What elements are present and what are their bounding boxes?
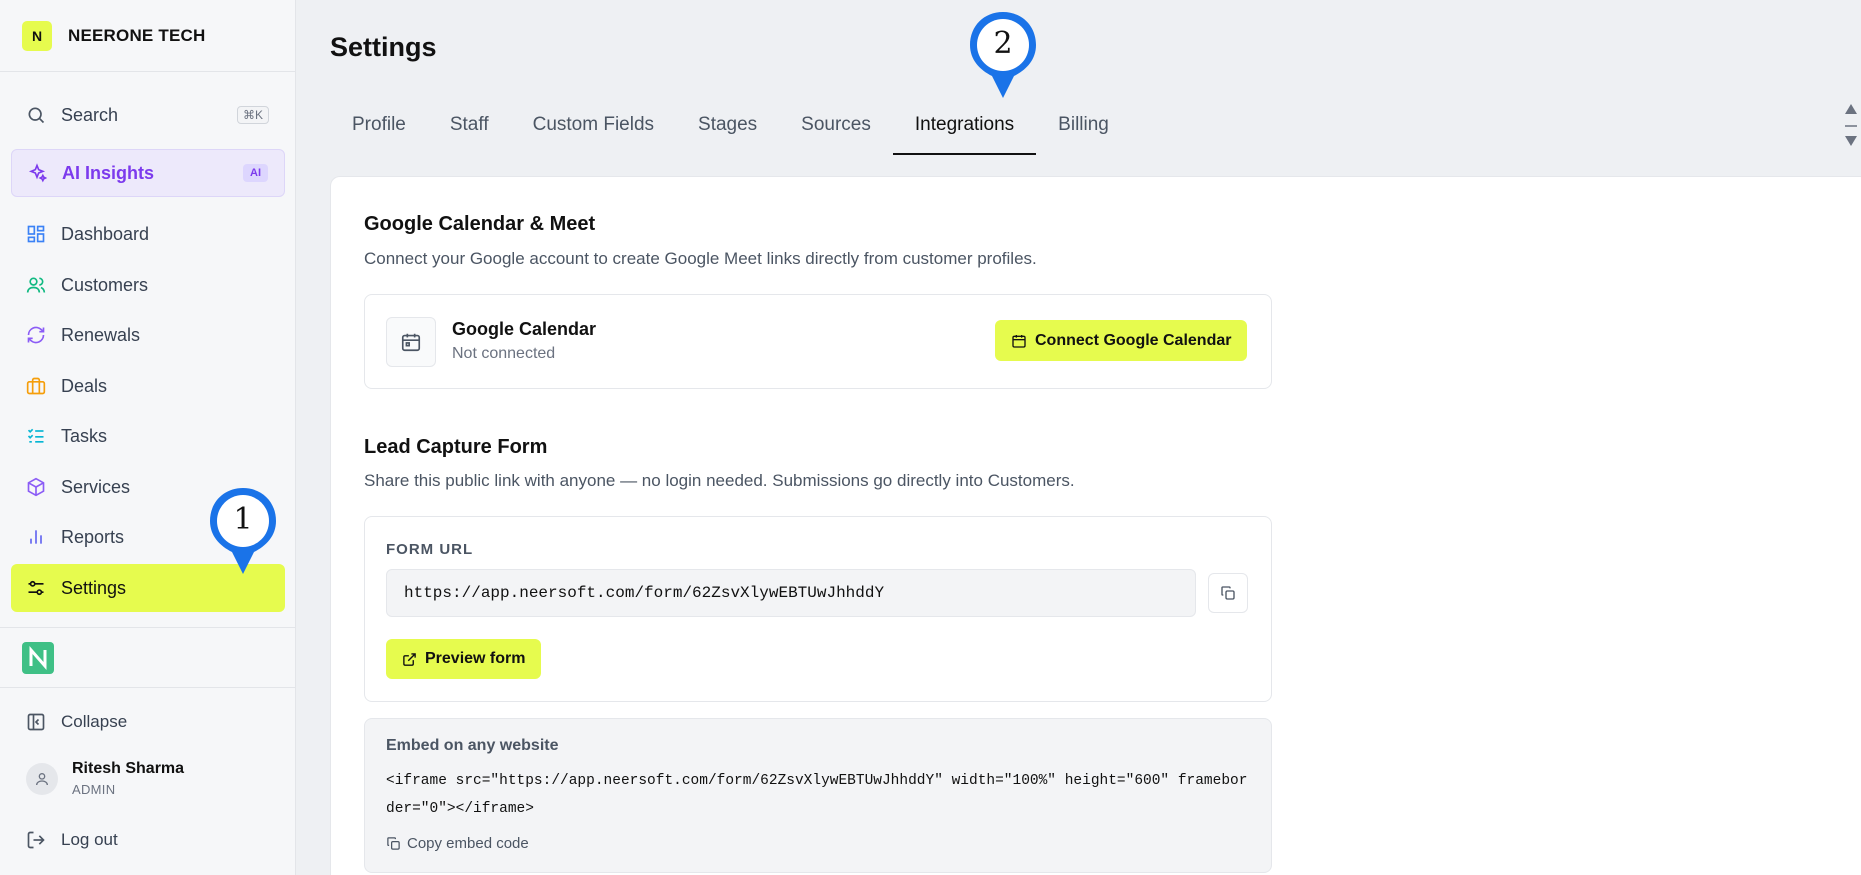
bar-chart-icon xyxy=(26,527,46,547)
tab-profile[interactable]: Profile xyxy=(330,100,428,155)
tab-staff[interactable]: Staff xyxy=(428,100,511,155)
collapse-icon xyxy=(26,712,46,732)
checklist-icon xyxy=(26,426,46,446)
embed-label: Embed on any website xyxy=(386,737,559,754)
users-icon xyxy=(26,275,46,295)
tab-billing[interactable]: Billing xyxy=(1036,100,1131,155)
ai-insights-label: AI Insights xyxy=(62,162,155,183)
brand-name: NEERONE TECH xyxy=(68,25,206,45)
integrations-card: Google Calendar & Meet Connect your Goog… xyxy=(330,176,1861,875)
ai-badge: AI xyxy=(243,164,268,182)
logout-icon xyxy=(26,830,46,850)
brand: N NEERONE TECH xyxy=(0,0,295,72)
tab-custom-fields[interactable]: Custom Fields xyxy=(511,100,676,155)
search-button[interactable]: Search ⌘K xyxy=(11,91,285,139)
brand-logo: N xyxy=(22,20,52,51)
step-marker-number: 2 xyxy=(993,26,1013,61)
form-url-label: FORM URL xyxy=(386,541,474,558)
form-url-box: FORM URL https://app.neersoft.com/form/6… xyxy=(364,516,1272,702)
embed-code[interactable]: <iframe src="https://app.neersoft.com/fo… xyxy=(386,767,1256,823)
preview-form-label: Preview form xyxy=(425,650,526,667)
search-shortcut: ⌘K xyxy=(236,106,269,124)
sidebar-item-label: Reports xyxy=(61,526,125,547)
settings-tabs: Profile Staff Custom Fields Stages Sourc… xyxy=(330,100,1131,155)
sliders-icon xyxy=(26,578,46,598)
tab-integrations[interactable]: Integrations xyxy=(892,100,1037,155)
logout-label: Log out xyxy=(61,830,118,849)
copy-icon xyxy=(1221,586,1235,600)
sidebar-item-label: Tasks xyxy=(61,425,108,446)
form-url-field[interactable]: https://app.neersoft.com/form/62ZsvXlywE… xyxy=(386,569,1196,617)
lead-section-title: Lead Capture Form xyxy=(364,436,548,458)
step-marker-1: 1 xyxy=(206,484,280,578)
user-profile[interactable]: Ritesh Sharma ADMIN xyxy=(26,760,184,797)
sidebar-item-label: Settings xyxy=(61,577,127,598)
connect-google-calendar-label: Connect Google Calendar xyxy=(1035,331,1232,349)
search-icon xyxy=(26,105,46,125)
sparkles-icon xyxy=(27,163,47,183)
sidebar-item-label: Customers xyxy=(61,274,149,295)
sidebar-item-label: Services xyxy=(61,476,131,497)
google-calendar-status: Not connected xyxy=(452,345,556,362)
collapse-label: Collapse xyxy=(61,712,128,731)
sidebar-item-dashboard[interactable]: Dashboard xyxy=(11,210,285,258)
preview-form-button[interactable]: Preview form xyxy=(386,639,542,679)
step-marker-number: 1 xyxy=(233,502,253,537)
app-logo xyxy=(22,642,54,674)
box-icon xyxy=(26,477,46,497)
main-content: Settings Profile Staff Custom Fields Sta… xyxy=(297,0,1861,875)
sidebar-item-label: Renewals xyxy=(61,324,141,345)
tab-sources[interactable]: Sources xyxy=(779,100,893,155)
google-section-title: Google Calendar & Meet xyxy=(364,213,596,235)
logout-button[interactable]: Log out xyxy=(11,816,285,864)
external-link-icon xyxy=(403,652,416,666)
sidebar-item-tasks[interactable]: Tasks xyxy=(11,412,285,460)
google-calendar-box: Google Calendar Not connected Connect Go… xyxy=(364,294,1272,389)
copy-embed-button[interactable]: Copy embed code xyxy=(386,835,529,852)
calendar-icon xyxy=(386,317,436,367)
user-role: ADMIN xyxy=(72,782,116,797)
sidebar: N NEERONE TECH Search ⌘K AI Insights AI … xyxy=(0,0,296,875)
sidebar-item-customers[interactable]: Customers xyxy=(11,261,285,309)
sidebar-item-ai-insights[interactable]: AI Insights AI xyxy=(11,149,285,197)
sidebar-item-label: Dashboard xyxy=(61,223,150,244)
sidebar-item-deals[interactable]: Deals xyxy=(11,362,285,410)
copy-url-button[interactable] xyxy=(1208,573,1248,613)
sidebar-divider xyxy=(0,687,296,688)
tab-stages[interactable]: Stages xyxy=(676,100,779,155)
briefcase-icon xyxy=(26,376,46,396)
embed-box: Embed on any website <iframe src="https:… xyxy=(364,718,1272,873)
avatar xyxy=(26,762,58,795)
google-calendar-title: Google Calendar xyxy=(452,319,597,339)
calendar-icon xyxy=(1012,334,1026,348)
search-label: Search xyxy=(61,104,119,125)
connect-google-calendar-button[interactable]: Connect Google Calendar xyxy=(995,320,1248,361)
lead-section-description: Share this public link with anyone — no … xyxy=(364,471,1075,490)
google-section-description: Connect your Google account to create Go… xyxy=(364,249,1037,268)
sidebar-item-label: Deals xyxy=(61,375,108,396)
collapse-button[interactable]: Collapse xyxy=(11,698,285,746)
refresh-icon xyxy=(26,325,46,345)
copy-icon xyxy=(387,837,400,850)
sidebar-item-renewals[interactable]: Renewals xyxy=(11,311,285,359)
page-title: Settings xyxy=(330,32,437,62)
sidebar-divider xyxy=(0,627,296,628)
step-marker-2: 2 xyxy=(966,8,1040,102)
user-name: Ritesh Sharma xyxy=(72,760,185,777)
grid-icon xyxy=(26,224,46,244)
copy-embed-label: Copy embed code xyxy=(407,835,529,852)
tab-scroll-control[interactable] xyxy=(1841,96,1861,156)
